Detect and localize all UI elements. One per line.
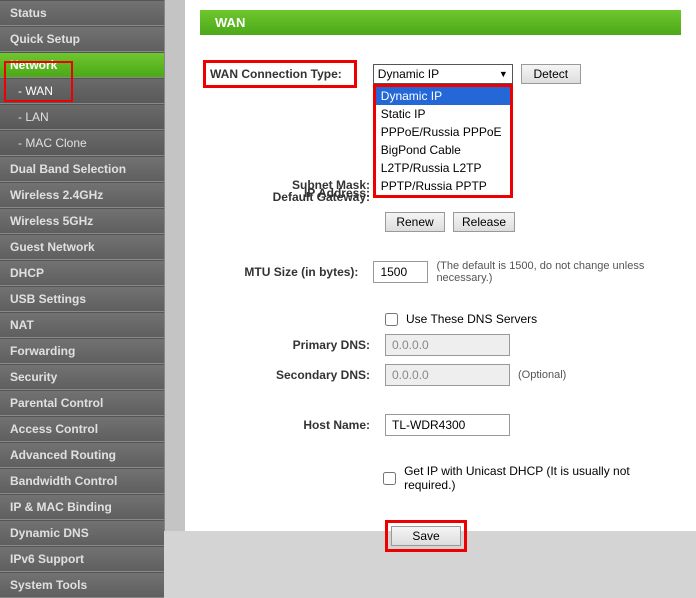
dropdown-option[interactable]: Static IP [376, 105, 510, 123]
sidebar-item-ip-mac-binding[interactable]: IP & MAC Binding [0, 494, 164, 520]
sidebar-item-dhcp[interactable]: DHCP [0, 260, 164, 286]
sidebar-item-quick-setup[interactable]: Quick Setup [0, 26, 164, 52]
primary-dns-input[interactable] [385, 334, 510, 356]
sidebar-item-guest-network[interactable]: Guest Network [0, 234, 164, 260]
secondary-dns-label: Secondary DNS: [200, 368, 385, 382]
sidebar-item-nat[interactable]: NAT [0, 312, 164, 338]
dropdown-option[interactable]: BigPond Cable [376, 141, 510, 159]
highlight-save: Save [385, 520, 467, 552]
primary-dns-label: Primary DNS: [200, 338, 385, 352]
save-button[interactable]: Save [391, 526, 461, 546]
dropdown-option[interactable]: L2TP/Russia L2TP [376, 159, 510, 177]
sidebar-item-network[interactable]: Network [0, 52, 164, 78]
sidebar-item-wireless-5ghz[interactable]: Wireless 5GHz [0, 208, 164, 234]
unicast-dhcp-checkbox[interactable] [383, 472, 396, 485]
unicast-dhcp-label: Get IP with Unicast DHCP (It is usually … [404, 464, 681, 492]
sidebar-item--lan[interactable]: - LAN [0, 104, 164, 130]
sidebar-item--mac-clone[interactable]: - MAC Clone [0, 130, 164, 156]
default-gateway-label: Default Gateway: [200, 190, 385, 204]
detect-button[interactable]: Detect [521, 64, 581, 84]
use-dns-label: Use These DNS Servers [406, 312, 537, 326]
host-name-input[interactable] [385, 414, 510, 436]
dropdown-option[interactable]: PPPoE/Russia PPPoE [376, 123, 510, 141]
sidebar-item--wan[interactable]: - WAN [0, 78, 164, 104]
optional-note: (Optional) [518, 369, 566, 381]
sidebar-item-status[interactable]: Status [0, 0, 164, 26]
sidebar-item-dynamic-dns[interactable]: Dynamic DNS [0, 520, 164, 546]
mtu-input[interactable] [373, 261, 428, 283]
main-panel: WAN WAN Connection Type: Dynamic IP ▼ De… [185, 0, 696, 531]
sidebar-item-system-tools[interactable]: System Tools [0, 572, 164, 598]
page-title: WAN [200, 10, 681, 35]
use-dns-checkbox[interactable] [385, 313, 398, 326]
wan-connection-dropdown: Dynamic IPStatic IPPPPoE/Russia PPPoEBig… [373, 84, 513, 198]
sidebar-item-ipv6-support[interactable]: IPv6 Support [0, 546, 164, 572]
chevron-down-icon: ▼ [499, 69, 508, 79]
sidebar-item-bandwidth-control[interactable]: Bandwidth Control [0, 468, 164, 494]
sidebar-item-advanced-routing[interactable]: Advanced Routing [0, 442, 164, 468]
sidebar-item-dual-band-selection[interactable]: Dual Band Selection [0, 156, 164, 182]
wan-connection-type-select[interactable]: Dynamic IP ▼ [373, 64, 513, 84]
mtu-label: MTU Size (in bytes): [200, 265, 373, 279]
host-name-label: Host Name: [200, 418, 385, 432]
wan-connection-type-label: WAN Connection Type: [203, 60, 357, 88]
sidebar-item-wireless-2-4ghz[interactable]: Wireless 2.4GHz [0, 182, 164, 208]
release-button[interactable]: Release [453, 212, 515, 232]
sidebar: StatusQuick SetupNetwork- WAN- LAN- MAC … [0, 0, 165, 531]
renew-button[interactable]: Renew [385, 212, 445, 232]
sidebar-item-security[interactable]: Security [0, 364, 164, 390]
sidebar-item-parental-control[interactable]: Parental Control [0, 390, 164, 416]
divider [165, 0, 185, 531]
dropdown-option[interactable]: Dynamic IP [376, 87, 510, 105]
wan-connection-type-value: Dynamic IP [378, 67, 439, 81]
sidebar-item-access-control[interactable]: Access Control [0, 416, 164, 442]
sidebar-item-usb-settings[interactable]: USB Settings [0, 286, 164, 312]
secondary-dns-input[interactable] [385, 364, 510, 386]
sidebar-item-forwarding[interactable]: Forwarding [0, 338, 164, 364]
mtu-note: (The default is 1500, do not change unle… [436, 260, 681, 284]
dropdown-option[interactable]: PPTP/Russia PPTP [376, 177, 510, 195]
